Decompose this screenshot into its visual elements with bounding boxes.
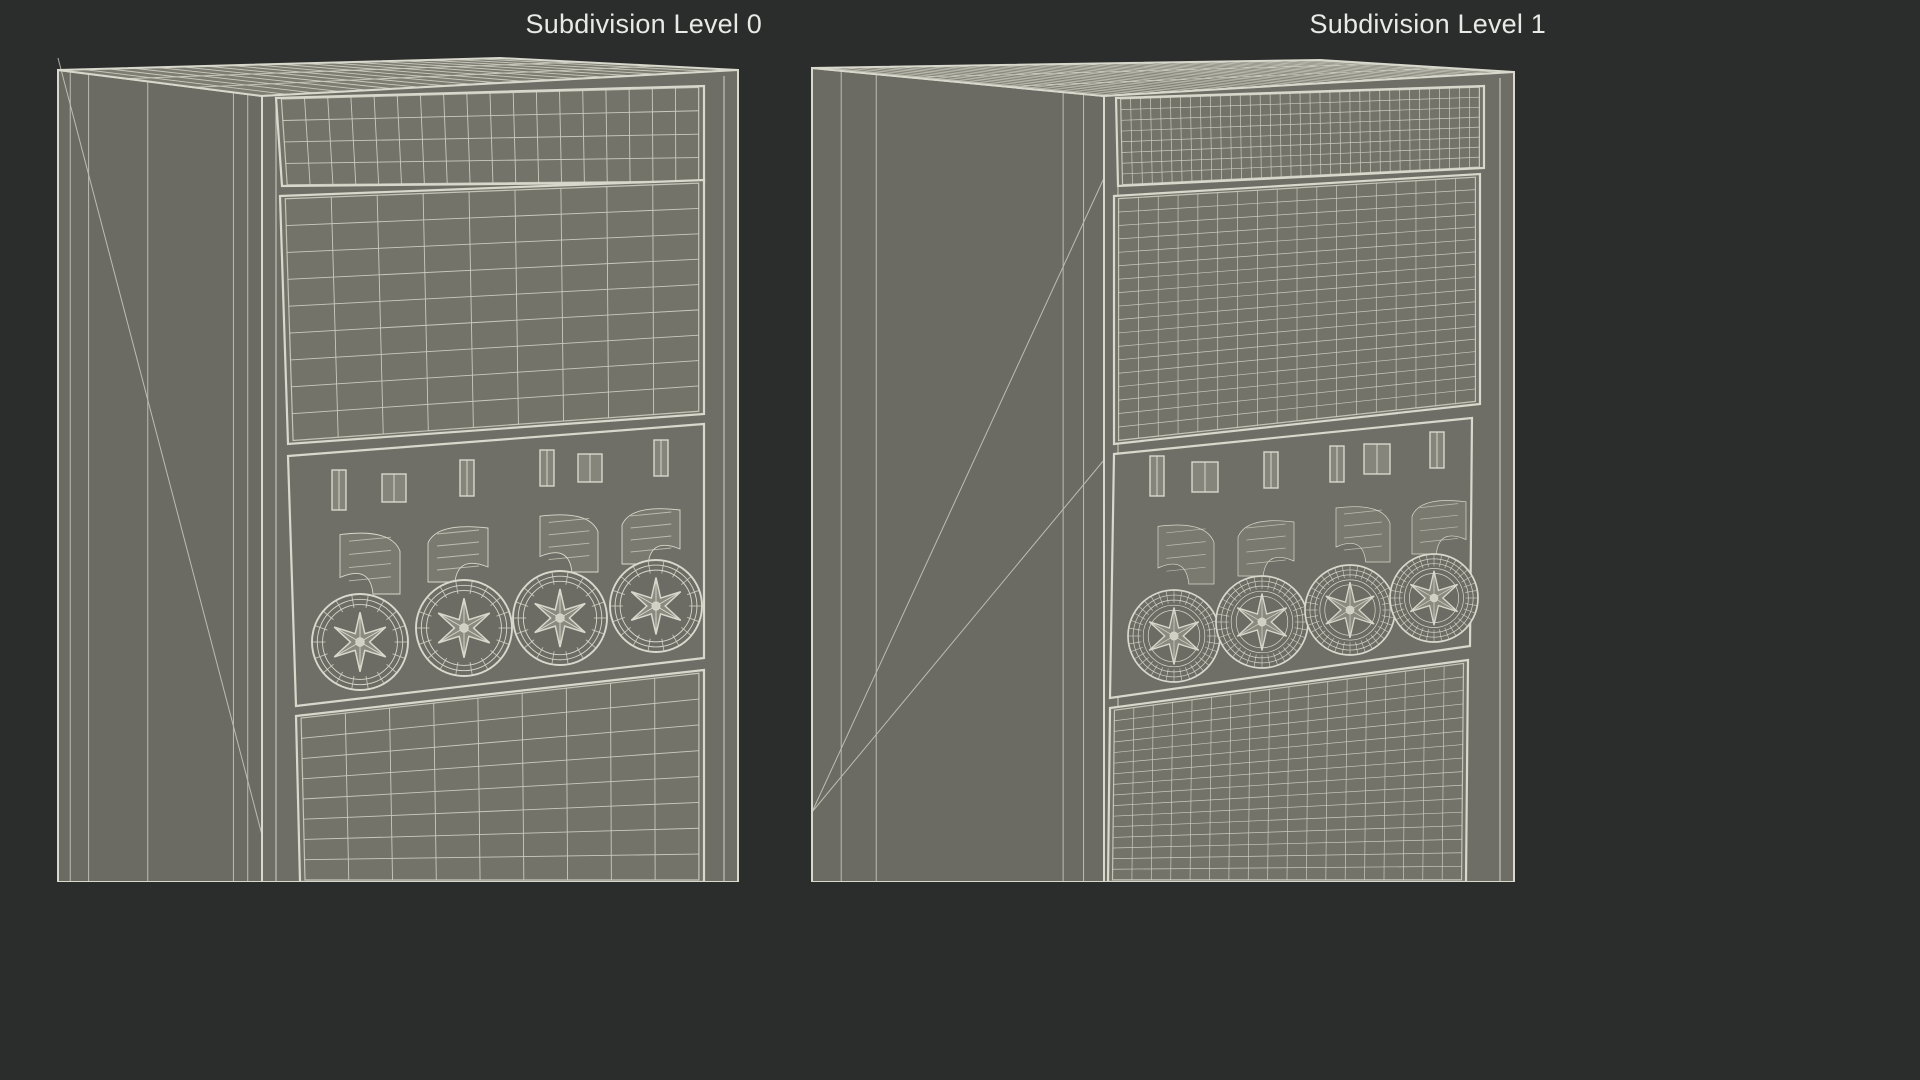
wheel-hub	[1429, 593, 1439, 603]
wheel-hub	[1345, 605, 1355, 615]
cabinet-subdivision-level-1	[811, 58, 1515, 882]
wheel	[1215, 575, 1309, 669]
wheel	[1304, 564, 1396, 656]
wheel	[1389, 553, 1479, 643]
cabinet	[811, 58, 1515, 882]
wheel-hub	[1169, 631, 1179, 641]
wheel	[1127, 589, 1221, 683]
render-canvas: Subdivision Level 0 Subdivision Level 1	[0, 0, 1568, 882]
wheel-hub	[1257, 617, 1267, 627]
viewport-label-left: Subdivision Level 0	[525, 9, 762, 39]
front-top-vent-panel	[1114, 84, 1486, 188]
front-upper-panel	[1112, 172, 1482, 446]
viewport-label-right: Subdivision Level 1	[1309, 9, 1546, 39]
